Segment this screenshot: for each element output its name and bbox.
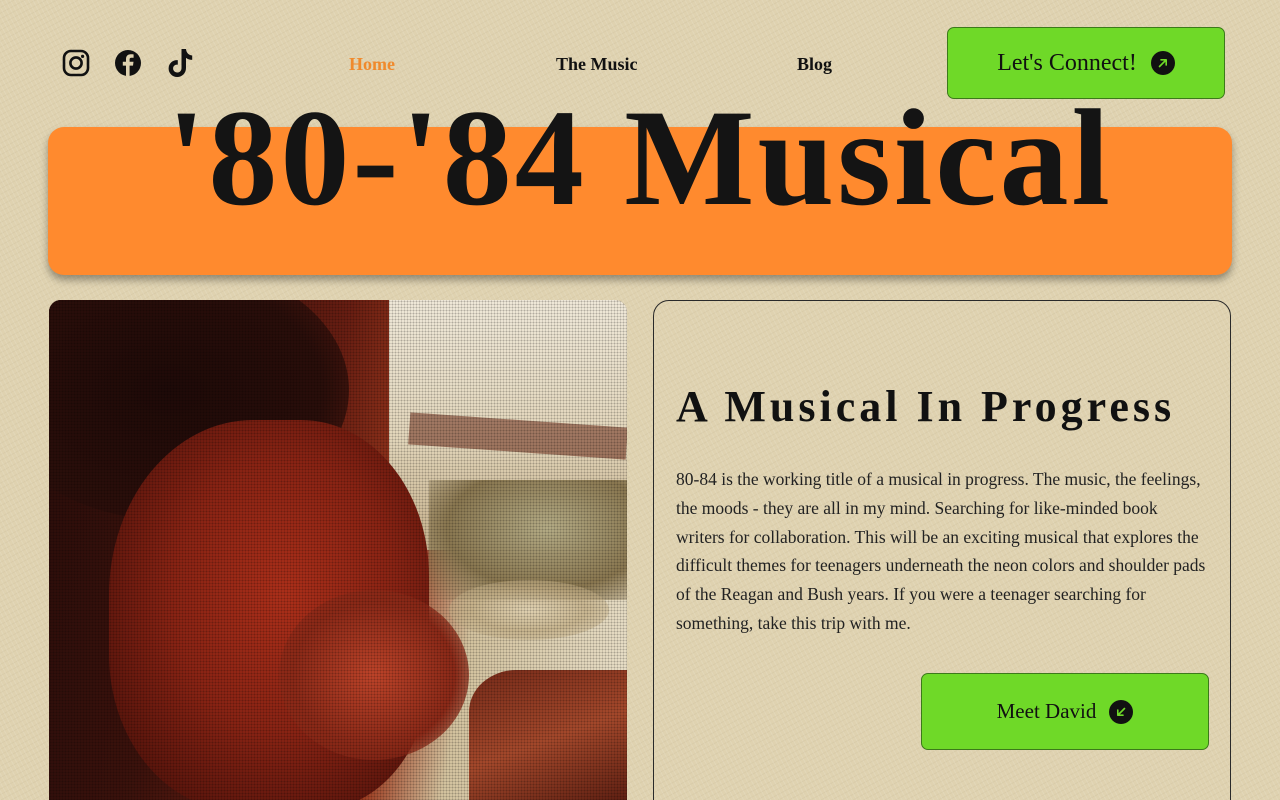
- arrow-up-right-icon: [1150, 51, 1175, 75]
- arrow-down-left-icon: [1109, 699, 1134, 724]
- social-links: [61, 47, 195, 79]
- hero-title: '80-'84 Musical: [167, 80, 1113, 234]
- about-body: 80-84 is the working title of a musical …: [676, 469, 1206, 633]
- meet-david-button[interactable]: Meet David: [921, 673, 1209, 750]
- instagram-icon[interactable]: [61, 47, 91, 79]
- musician-photo: [49, 300, 627, 800]
- meet-david-label: Meet David: [996, 699, 1097, 723]
- about-title: A Musical In Progress: [676, 382, 1176, 431]
- facebook-icon[interactable]: [113, 47, 143, 79]
- lets-connect-label: Let's Connect!: [997, 49, 1137, 76]
- tiktok-icon[interactable]: [165, 47, 195, 79]
- nav-blog-link[interactable]: Blog: [797, 54, 832, 75]
- hero-banner: '80-'84 Musical: [48, 88, 1232, 275]
- about-card: A Musical In Progress 80-84 is the worki…: [653, 300, 1231, 800]
- nav-the-music-link[interactable]: The Music: [556, 54, 638, 75]
- nav-home-link[interactable]: Home: [349, 54, 395, 75]
